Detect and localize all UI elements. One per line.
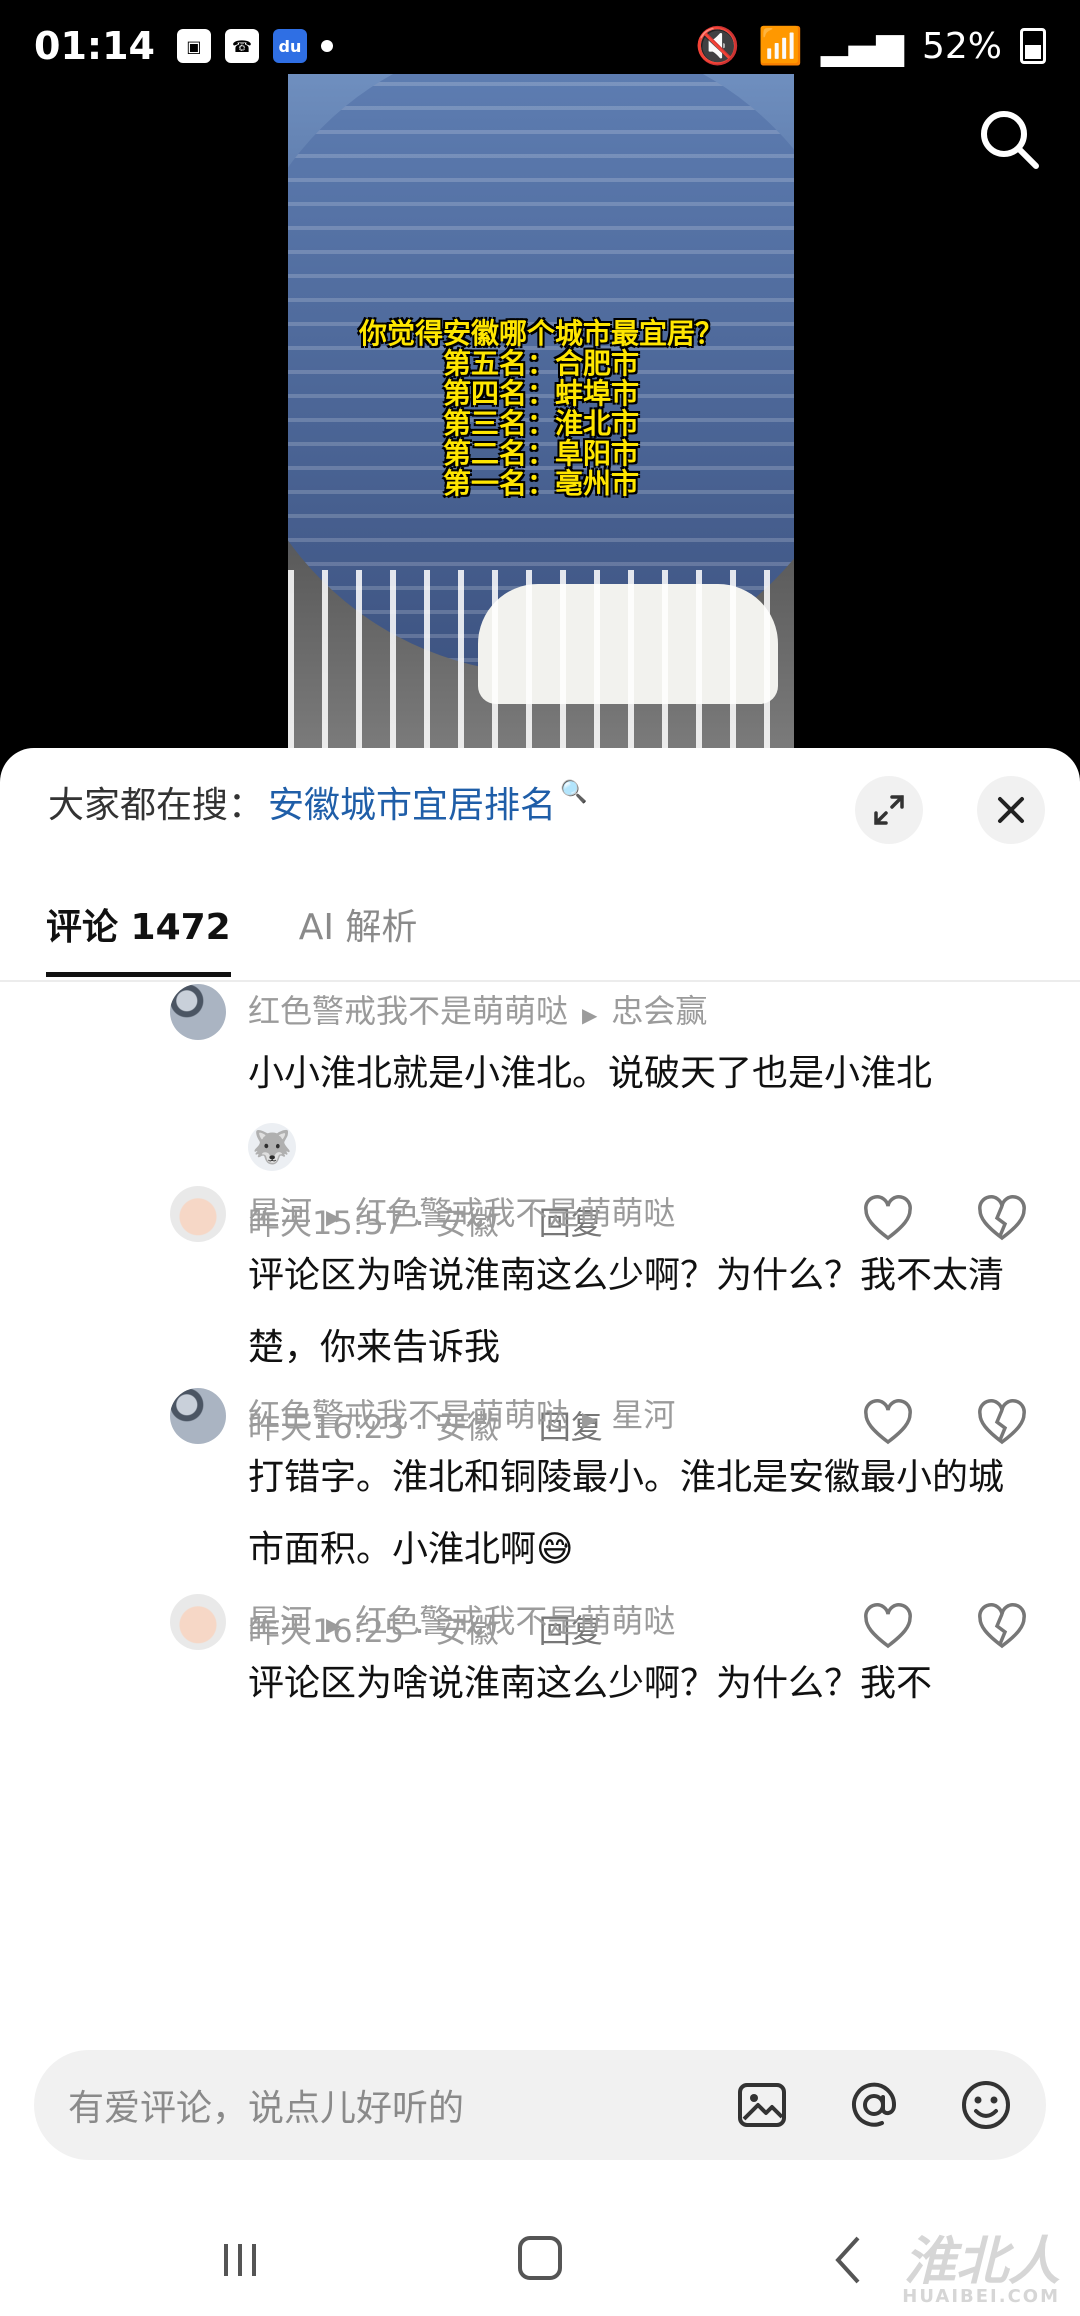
reply-arrow-icon: ▶	[582, 1407, 598, 1431]
search-icon[interactable]	[974, 104, 1044, 174]
mention-icon[interactable]	[844, 2075, 904, 2135]
expand-icon	[874, 795, 904, 825]
comment-names: 星河 ▶ 红色警戒我不是萌萌哒	[248, 1188, 675, 1234]
image-icon: ▣	[176, 29, 211, 63]
reply-arrow-icon: ▶	[326, 1205, 342, 1229]
avatar[interactable]	[170, 1186, 226, 1242]
search-small-icon: 🔍	[560, 779, 588, 805]
comment-author[interactable]: 星河	[248, 1602, 312, 1640]
baidu-icon: du	[272, 29, 307, 63]
caption-line: 第五名：合肥市	[442, 347, 639, 380]
comment-reply-to[interactable]: 红色警戒我不是萌萌哒	[355, 1602, 675, 1640]
wifi-icon: 📶	[758, 26, 803, 67]
close-button[interactable]	[977, 776, 1045, 844]
home-icon[interactable]	[518, 2236, 562, 2280]
avatar[interactable]	[170, 984, 226, 1040]
comment-reply-to[interactable]: 红色警戒我不是萌萌哒	[355, 1194, 675, 1232]
comment-input-bar[interactable]: 有爱评论，说点儿好听的	[34, 2050, 1046, 2160]
back-icon[interactable]	[828, 2230, 868, 2290]
watermark-domain: HUAIBEI.COM	[902, 2286, 1060, 2307]
comment-text: 小小淮北就是小淮北。说破天了也是小淮北 🐺	[248, 1038, 1028, 1182]
comment-author[interactable]: 红色警戒我不是萌萌哒	[248, 1396, 568, 1434]
wolf-emoji-icon: 🐺	[248, 1123, 296, 1171]
recent-apps-icon[interactable]	[218, 2238, 262, 2282]
reply-arrow-icon: ▶	[582, 1003, 598, 1027]
video-caption: 你觉得安徽哪个城市最宜居？ 第五名：合肥市 第四名：蚌埠市 第三名：淮北市 第二…	[288, 319, 794, 499]
tab-ai-analysis[interactable]: AI 解析	[299, 898, 418, 977]
reply-arrow-icon: ▶	[326, 1613, 342, 1637]
comment-names: 红色警戒我不是萌萌哒 ▶ 星河	[248, 1390, 675, 1436]
comment-text: 评论区为啥说淮南这么少啊？为什么？我不太清楚，你来告诉我	[248, 1255, 1005, 1368]
comment-text-content: 小小淮北就是小淮北。说破天了也是小淮北	[248, 1053, 933, 1094]
emoji-icon[interactable]	[956, 2075, 1016, 2135]
comment-names: 红色警戒我不是萌萌哒 ▶ 忠会赢	[248, 986, 707, 1032]
caption-line: 第二名：阜阳市	[442, 437, 639, 470]
notification-dot	[320, 40, 333, 52]
heart-icon[interactable]	[862, 1194, 914, 1246]
caption-line: 第四名：蚌埠市	[442, 377, 639, 410]
heart-icon[interactable]	[862, 1602, 914, 1654]
close-icon	[998, 797, 1024, 823]
expand-button[interactable]	[855, 776, 923, 844]
watermark-text: 淮北人	[903, 2232, 1060, 2292]
system-nav-bar: 淮北人 HUAIBEI.COM	[0, 2200, 1080, 2316]
app-icon: ☎	[224, 29, 259, 63]
comment-sheet: 大家都在搜： 安徽城市宜居排名 🔍 评论 1472 AI 解析 红色警戒我不是萌…	[0, 748, 1080, 2316]
image-picker-icon[interactable]	[732, 2075, 792, 2135]
fence-image	[288, 570, 794, 750]
tab-comments[interactable]: 评论 1472	[46, 898, 231, 977]
caption-line: 第一名：亳州市	[442, 467, 639, 500]
comment-text: 打错字。淮北和铜陵最小。淮北是安徽最小的城市面积。小淮北啊😅	[248, 1457, 1005, 1570]
video-player[interactable]: 你觉得安徽哪个城市最宜居？ 第五名：合肥市 第四名：蚌埠市 第三名：淮北市 第二…	[288, 74, 794, 750]
hot-search-keyword[interactable]: 安徽城市宜居排名	[268, 776, 556, 828]
comment-input[interactable]: 有爱评论，说点儿好听的	[68, 2079, 732, 2131]
broken-heart-icon[interactable]	[976, 1602, 1028, 1654]
watermark: 淮北人 HUAIBEI.COM	[902, 2236, 1060, 2306]
battery-icon	[1020, 28, 1046, 64]
battery-percent: 52%	[921, 25, 1002, 67]
mute-icon: 🔇	[695, 26, 741, 67]
avatar[interactable]	[170, 1594, 226, 1650]
comment-reply-to[interactable]: 忠会赢	[611, 992, 707, 1030]
comment-names: 星河 ▶ 红色警戒我不是萌萌哒	[248, 1596, 675, 1642]
caption-line: 你觉得安徽哪个城市最宜居？	[358, 317, 723, 350]
avatar[interactable]	[170, 1388, 226, 1444]
hot-search: 大家都在搜： 安徽城市宜居排名 🔍	[48, 776, 587, 828]
tab-bar: 评论 1472 AI 解析	[46, 898, 417, 977]
broken-heart-icon[interactable]	[976, 1194, 1028, 1246]
hot-search-label: 大家都在搜：	[48, 785, 265, 826]
comment-text: 评论区为啥说淮南这么少啊？为什么？我不	[248, 1663, 933, 1704]
comment-reply-to[interactable]: 星河	[611, 1396, 675, 1434]
status-time: 01:14	[34, 24, 155, 68]
signal-icon: ▂▄▆	[820, 25, 904, 67]
comment-author[interactable]: 红色警戒我不是萌萌哒	[248, 992, 568, 1030]
caption-line: 第三名：淮北市	[442, 407, 639, 440]
comment-list: 红色警戒我不是萌萌哒 ▶ 忠会赢 小小淮北就是小淮北。说破天了也是小淮北 🐺 昨天1…	[0, 982, 1080, 1788]
comment-author[interactable]: 星河	[248, 1194, 312, 1232]
